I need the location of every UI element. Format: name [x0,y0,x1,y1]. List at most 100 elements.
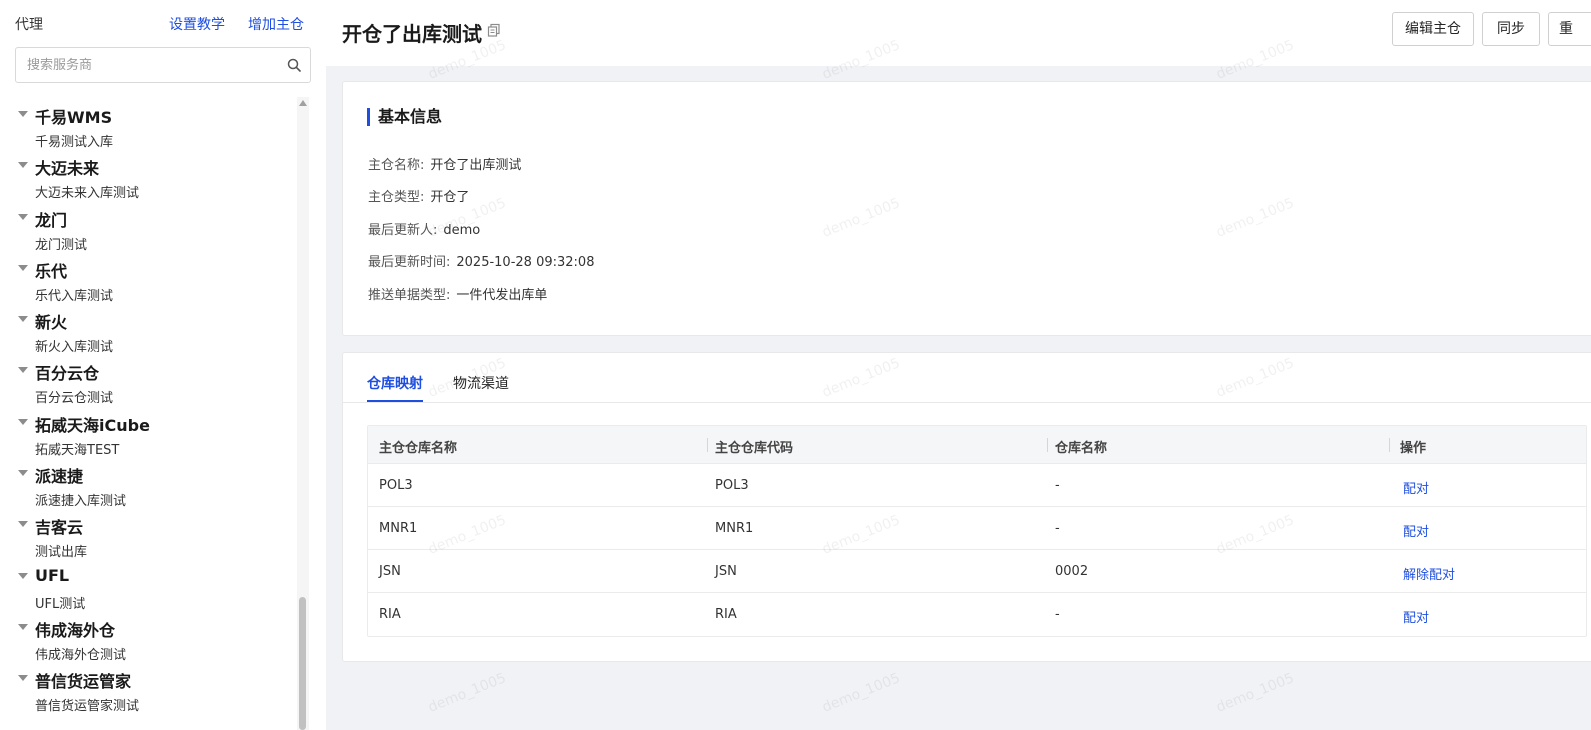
tree-item[interactable]: 派速捷入库测试 [35,490,126,509]
tree-group-label[interactable]: 百分云仓 [35,360,99,384]
add-main-warehouse-link[interactable]: 增加主仓 [248,14,304,34]
tree-group-label[interactable]: 大迈未来 [35,155,99,179]
tree-group: 大迈未来 大迈未来入库测试 [0,148,296,201]
collapse-caret-icon[interactable] [18,162,28,169]
unpair-action-link[interactable]: 解除配对 [1403,564,1455,583]
info-label: 主仓类型: [368,190,425,205]
cell-warehouse-name: - [1055,607,1060,622]
column-divider [1389,438,1390,452]
pair-action-link[interactable]: 配对 [1403,521,1429,540]
collapse-caret-icon[interactable] [18,623,28,630]
collapse-caret-icon[interactable] [18,316,28,323]
basic-info-card: 基本信息 主仓名称: 开仓了出库测试 主仓类型: 开仓了 最后更新人: demo 最后… [342,81,1591,336]
tree-item[interactable]: 普信货运管家测试 [35,695,139,714]
tree-item[interactable]: 乐代入库测试 [35,285,113,304]
tree-group-label[interactable]: 新火 [35,309,67,333]
sidebar: 代理 设置教学 增加主仓 千易WMS 千易测试入库 大迈未来 大迈未来入库测试 … [0,0,326,730]
collapse-caret-icon[interactable] [18,111,28,117]
tree-group: 伟成海外仓 伟成海外仓测试 [0,610,296,663]
sidebar-scrollbar[interactable] [297,97,309,730]
sidebar-title: 代理 [15,17,43,33]
section-title: 基本信息 [367,108,442,126]
cell-main-code: MNR1 [715,521,754,536]
tree-group-label[interactable]: 派速捷 [35,463,83,487]
search-input[interactable] [16,48,278,82]
info-value: 开仓了出库测试 [430,158,522,173]
tree-item[interactable]: UFL测试 [35,593,85,612]
page-header: 开仓了出库测试 编辑主仓 同步 重 [326,0,1591,66]
tab-logistics-channel[interactable]: 物流渠道 [453,373,509,393]
sidebar-header: 代理 设置教学 增加主仓 [15,12,311,34]
pair-action-link[interactable]: 配对 [1403,478,1429,497]
column-header: 操作 [1400,441,1427,456]
tree-group: 百分云仓 百分云仓测试 [0,353,296,406]
watermark-text: demo_1005 [426,670,509,716]
tree-item[interactable]: 龙门测试 [35,234,87,253]
mapping-table: 主仓仓库名称 主仓仓库代码 仓库名称 操作 POL3 POL3 - 配对 MNR… [367,425,1587,637]
table-header: 主仓仓库名称 主仓仓库代码 仓库名称 操作 [368,426,1586,464]
info-value: 2025-10-28 09:32:08 [456,255,595,270]
search-icon[interactable] [287,58,301,72]
tree-group: 龙门 龙门测试 [0,200,296,253]
collapse-caret-icon[interactable] [18,367,28,374]
tree-item[interactable]: 测试出库 [35,541,87,560]
search-box [15,47,311,83]
cell-main-code: RIA [715,607,737,622]
info-label: 最后更新时间: [368,255,451,270]
mapping-card: 仓库映射 物流渠道 主仓仓库名称 主仓仓库代码 仓库名称 操作 POL3 POL… [342,352,1591,662]
reset-button[interactable]: 重 [1548,12,1591,46]
page-title: 开仓了出库测试 [342,22,482,46]
tree-item[interactable]: 拓威天海TEST [35,439,119,458]
edit-main-warehouse-button[interactable]: 编辑主仓 [1392,12,1474,46]
tree-group-label[interactable]: 普信货运管家 [35,668,131,692]
cell-warehouse-name: 0002 [1055,564,1089,579]
tree-group-label[interactable]: 千易WMS [35,104,112,128]
collapse-caret-icon[interactable] [18,418,28,425]
setup-tutorial-link[interactable]: 设置教学 [169,14,225,34]
table-row: MNR1 MNR1 - 配对 [368,507,1586,550]
cell-main-name: POL3 [379,478,413,493]
tree-group: 新火 新火入库测试 [0,302,296,355]
info-label: 主仓名称: [368,158,425,173]
info-label: 推送单据类型: [368,288,451,303]
copy-icon[interactable] [487,23,501,37]
tree-item[interactable]: 新火入库测试 [35,336,113,355]
scroll-up-arrow-icon[interactable] [299,100,307,106]
collapse-caret-icon[interactable] [18,470,28,477]
tree-group-label[interactable]: 拓威天海iCube [35,412,150,436]
collapse-caret-icon[interactable] [18,521,28,528]
sync-button[interactable]: 同步 [1482,12,1540,46]
cell-warehouse-name: - [1055,478,1060,493]
tab-warehouse-mapping[interactable]: 仓库映射 [367,373,423,393]
watermark-text: demo_1005 [1214,670,1297,716]
column-header: 仓库名称 [1055,441,1108,456]
tree-item[interactable]: 千易测试入库 [35,131,113,150]
collapse-caret-icon[interactable] [18,675,28,682]
table-row: JSN JSN 0002 解除配对 [368,550,1586,593]
tree-group-label[interactable]: 乐代 [35,258,67,282]
column-divider [1047,438,1048,452]
tree-group-label[interactable]: 龙门 [35,207,67,231]
collapse-caret-icon[interactable] [18,572,28,579]
info-value: 开仓了 [430,190,470,205]
tree-item[interactable]: 大迈未来入库测试 [35,182,139,201]
tree-group: UFL UFL测试 [0,559,296,612]
pair-action-link[interactable]: 配对 [1403,607,1429,626]
cell-main-name: JSN [379,564,401,579]
tree-group-label[interactable]: 吉客云 [35,514,83,538]
info-value: demo [443,223,481,238]
table-row: POL3 POL3 - 配对 [368,464,1586,507]
active-tab-indicator [367,400,423,402]
collapse-caret-icon[interactable] [18,213,28,220]
info-row-updated-by: 最后更新人: demo [368,219,480,238]
scrollbar-thumb[interactable] [299,597,306,730]
main-content: 开仓了出库测试 编辑主仓 同步 重 基本信息 主仓名称: 开仓了出库测试 主仓类型… [326,0,1591,730]
tree-item[interactable]: 伟成海外仓测试 [35,644,126,663]
tree-group-label[interactable]: UFL [35,566,69,585]
provider-tree: 千易WMS 千易测试入库 大迈未来 大迈未来入库测试 龙门 龙门测试 乐代 乐代… [0,97,296,730]
tree-item[interactable]: 百分云仓测试 [35,387,113,406]
tree-group-label[interactable]: 伟成海外仓 [35,617,115,641]
info-row-type: 主仓类型: 开仓了 [368,186,469,205]
column-header: 主仓仓库名称 [379,441,458,456]
collapse-caret-icon[interactable] [18,264,28,271]
